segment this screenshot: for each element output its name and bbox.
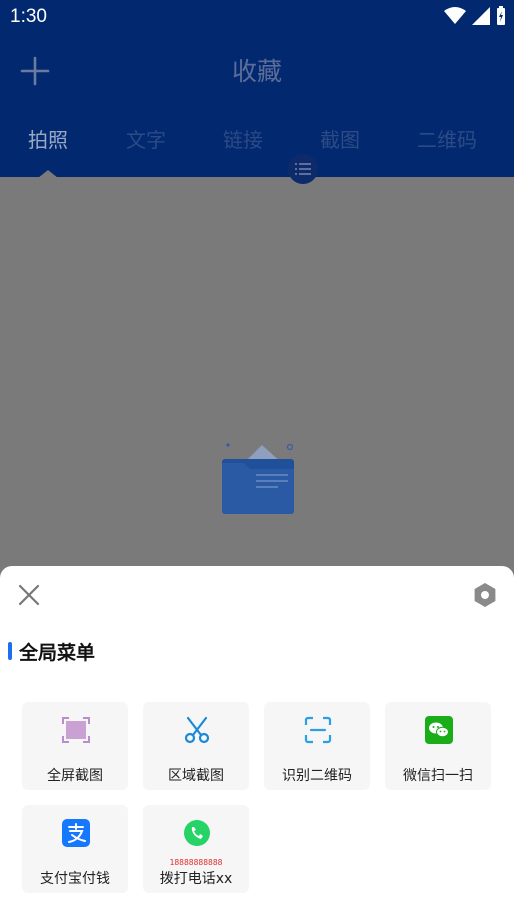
wechat-icon [425, 716, 453, 744]
tab-screenshot[interactable]: 截图 [320, 124, 360, 153]
battery-icon [497, 6, 505, 25]
menu-item-label: 全屏截图 [47, 768, 103, 784]
empty-folder-illustration [222, 443, 294, 514]
alipay-icon [62, 819, 90, 847]
menu-item-label: 微信扫一扫 [403, 768, 473, 784]
tab-photo[interactable]: 拍照 [28, 124, 68, 153]
sheet-title: 全局菜单 [8, 640, 96, 664]
menu-item-phone-call[interactable]: 18888888888 拨打电话xx [143, 805, 249, 893]
list-button[interactable] [288, 154, 318, 184]
signal-icon [472, 7, 490, 25]
sheet-title-text: 全局菜单 [19, 641, 96, 664]
close-icon[interactable] [16, 582, 42, 608]
list-icon [295, 163, 311, 175]
tab-qrcode[interactable]: 二维码 [417, 124, 477, 153]
wifi-icon [444, 7, 466, 24]
app-header: 1:30 收藏 拍照 文字 链接 截图 二维码 [0, 0, 514, 177]
menu-item-label: 支付宝付钱 [40, 871, 110, 887]
phone-icon [183, 819, 211, 847]
title-accent-bar [8, 642, 12, 660]
tab-text[interactable]: 文字 [126, 124, 166, 153]
phone-number: 18888888888 [169, 858, 223, 867]
menu-item-label: 区域截图 [168, 768, 224, 784]
qr-scan-icon [304, 716, 332, 744]
menu-item-label: 拨打电话xx [159, 871, 233, 887]
menu-item-fullscreen-screenshot[interactable]: 全屏截图 [22, 702, 128, 790]
page-title: 收藏 [231, 57, 282, 86]
tab-indicator [38, 170, 58, 178]
status-bar: 1:30 [0, 0, 514, 36]
scissors-icon [183, 716, 211, 744]
menu-item-alipay-pay[interactable]: 支付宝付钱 [22, 805, 128, 893]
settings-icon[interactable] [472, 582, 498, 608]
menu-item-label: 识别二维码 [282, 768, 352, 784]
menu-item-qr-scan[interactable]: 识别二维码 [264, 702, 370, 790]
status-time: 1:30 [10, 6, 47, 27]
tab-link[interactable]: 链接 [223, 124, 263, 153]
global-menu-sheet: 全局菜单 全屏截图 区域截图 识别二维码 微信扫一扫 支付宝付钱 1888888… [0, 566, 514, 915]
tab-bar: 拍照 文字 链接 截图 二维码 [0, 124, 514, 164]
fullscreen-screenshot-icon [62, 716, 90, 744]
menu-item-region-screenshot[interactable]: 区域截图 [143, 702, 249, 790]
menu-item-wechat-scan[interactable]: 微信扫一扫 [385, 702, 491, 790]
status-icons [444, 6, 506, 26]
